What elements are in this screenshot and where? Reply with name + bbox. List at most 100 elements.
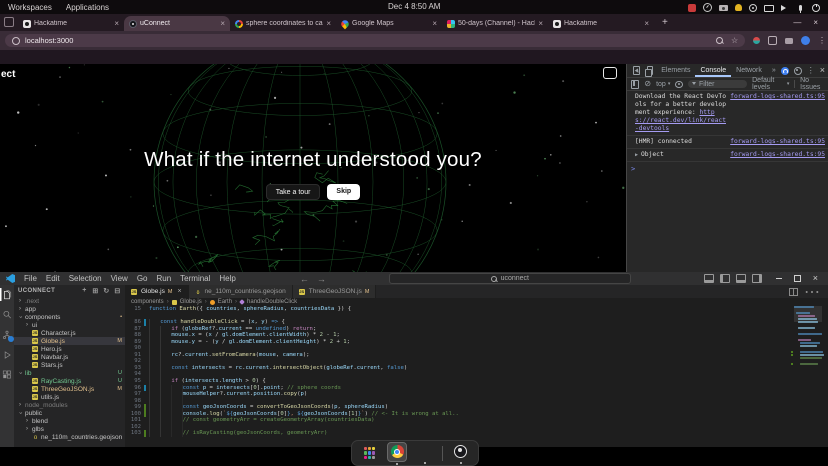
menu-run[interactable]: Run	[152, 274, 175, 283]
vscode-maximize-button[interactable]	[794, 275, 801, 282]
code-editor[interactable]: 15function Earth({ countries, sphereRadi…	[125, 306, 794, 447]
more-tabs-icon[interactable]: »	[767, 65, 781, 77]
explorer-item-utils-js[interactable]: JSutils.js	[14, 393, 125, 401]
vscode-minimize-button[interactable]	[776, 278, 782, 279]
inspect-element-icon[interactable]	[633, 66, 640, 75]
explorer-item-public[interactable]: ›public	[14, 409, 125, 417]
browser-tab-hackatime[interactable]: Hackatime×	[18, 16, 124, 31]
tab-close-icon[interactable]: ×	[114, 20, 119, 28]
url-text[interactable]: localhost:3000	[25, 36, 73, 45]
browser-minimize-button[interactable]: —	[793, 18, 801, 27]
mic-icon[interactable]	[799, 5, 802, 11]
page-corner-icon[interactable]	[603, 67, 617, 79]
browser-tab-google-maps[interactable]: Google Maps×	[336, 16, 442, 31]
search-icon-activity[interactable]	[0, 308, 14, 321]
live-expression-icon[interactable]	[675, 81, 683, 88]
extensions-icon[interactable]	[0, 368, 14, 381]
explorer-item-next[interactable]: ›.next	[14, 297, 125, 305]
profile-avatar[interactable]	[801, 36, 810, 45]
context-selector[interactable]: top▾	[656, 81, 670, 88]
extension-icon-1[interactable]	[753, 37, 760, 44]
app-red-icon[interactable]	[688, 4, 696, 12]
minimap[interactable]	[794, 306, 822, 436]
console-prompt[interactable]: >	[627, 162, 828, 173]
toggle-bottom-panel-icon[interactable]	[736, 274, 746, 283]
console-source-link[interactable]: forward-logs-shared.ts:95	[730, 138, 825, 146]
explorer-item-node-modules[interactable]: ›node_modules	[14, 401, 125, 409]
explorer-item-navbar-js[interactable]: JSNavbar.js	[14, 353, 125, 361]
menu-terminal[interactable]: Terminal	[176, 274, 214, 283]
site-info-icon[interactable]	[12, 37, 20, 45]
topbar-menu-applications[interactable]: Applications	[66, 3, 109, 12]
zoom-icon[interactable]	[716, 37, 723, 44]
browser-tab-sphere-coordinates-to-carte[interactable]: sphere coordinates to carte×	[230, 16, 336, 31]
log-levels-dropdown[interactable]: Default levels▾	[752, 77, 789, 91]
toggle-sidebar-icon[interactable]	[720, 274, 730, 283]
split-editor-icon[interactable]	[789, 288, 798, 296]
explorer-item-character-js[interactable]: JSCharacter.js	[14, 329, 125, 337]
browser-tab-uconnect[interactable]: uConnect×	[124, 16, 230, 31]
new-tab-button[interactable]: +	[662, 17, 668, 28]
editor-tab-globe-js[interactable]: JSGlobe.jsM×	[125, 285, 189, 298]
source-control-icon[interactable]	[0, 328, 14, 341]
issues-counter[interactable]: No Issues	[800, 77, 825, 91]
devtools-settings-icon[interactable]	[794, 67, 802, 75]
gear-icon[interactable]	[749, 4, 757, 12]
run-debug-icon[interactable]	[0, 348, 14, 361]
browser-tab-hackatime[interactable]: Hackatime×	[548, 16, 654, 31]
take-a-tour-button[interactable]: Take a tour	[266, 184, 321, 200]
dock-app-chrome[interactable]	[387, 442, 407, 465]
explorer-item-globe-js[interactable]: JSGlobe.jsM	[14, 337, 125, 345]
breadcrumb-handledoubleclick[interactable]: handleDoubleClick	[247, 299, 297, 305]
tab-close-icon[interactable]: ×	[220, 20, 225, 28]
devtools-menu-icon[interactable]: ⋮	[807, 67, 815, 75]
browser-app-icon[interactable]	[4, 17, 14, 27]
explorer-icon[interactable]	[0, 288, 14, 301]
dock-app-obs[interactable]	[452, 443, 470, 464]
breadcrumb-earth[interactable]: Earth	[218, 299, 232, 305]
devtools-tab-console[interactable]: Console	[695, 65, 731, 77]
explorer-item-components[interactable]: ›components•	[14, 313, 125, 321]
topbar-menu-workspaces[interactable]: Workspaces	[8, 3, 52, 12]
console-source-link[interactable]: forward-logs-shared.ts:95	[730, 151, 825, 159]
display-icon[interactable]	[764, 5, 774, 12]
toggle-panel-icon[interactable]	[704, 274, 714, 283]
skip-button[interactable]: Skip	[327, 184, 360, 200]
console-sidebar-icon[interactable]	[631, 80, 639, 89]
collapse-folders-icon[interactable]: ⊟	[114, 287, 121, 295]
devtools-update-icon[interactable]	[781, 67, 789, 75]
bell-icon[interactable]	[735, 4, 742, 11]
forward-arrow-icon[interactable]: →	[317, 274, 326, 284]
tab-close-icon[interactable]: ×	[644, 20, 649, 28]
expand-arrow-icon[interactable]: ▶	[635, 152, 638, 158]
address-bar[interactable]: localhost:3000 ☆	[5, 34, 745, 47]
explorer-item-ne-110m-countries-geojson[interactable]: {}ne_110m_countries.geojson	[14, 433, 125, 441]
menu-help[interactable]: Help	[215, 274, 239, 283]
camera-icon[interactable]	[719, 5, 728, 11]
devtools-tab-network[interactable]: Network	[731, 65, 767, 77]
browser-menu-icon[interactable]: ⋮	[818, 37, 822, 44]
breadcrumb-globe-js[interactable]: Globe.js	[180, 299, 202, 305]
extensions-puzzle-icon[interactable]	[768, 36, 777, 45]
explorer-item-blend[interactable]: ›blend	[14, 417, 125, 425]
volume-icon[interactable]	[781, 5, 789, 11]
clear-console-icon[interactable]: ⊘	[644, 80, 651, 88]
devtools-close-icon[interactable]: ×	[820, 66, 825, 75]
editor-more-actions-icon[interactable]: ⋯	[804, 282, 820, 302]
explorer-item-stars-js[interactable]: JSStars.js	[14, 361, 125, 369]
explorer-item-threegeojson-js[interactable]: JSThreeGeoJSON.jsM	[14, 385, 125, 393]
tab-close-icon[interactable]: ×	[432, 20, 437, 28]
dock-app-vscode[interactable]	[416, 443, 434, 464]
menu-view[interactable]: View	[107, 274, 132, 283]
device-toolbar-icon[interactable]	[647, 66, 653, 75]
bookmark-star-icon[interactable]: ☆	[731, 37, 738, 44]
explorer-item-raycasting-js[interactable]: JSRayCasting.jsU	[14, 377, 125, 385]
breadcrumb-components[interactable]: components	[131, 299, 164, 305]
dock-app-app-grid[interactable]	[361, 444, 379, 462]
explorer-item-lib[interactable]: ›libU	[14, 369, 125, 377]
menu-edit[interactable]: Edit	[42, 274, 64, 283]
editor-tab-ne-110m-countries-geojson[interactable]: {}ne_110m_countries.geojson	[189, 285, 293, 298]
close-tab-icon[interactable]: ×	[177, 288, 181, 295]
tab-groups-icon[interactable]	[785, 38, 793, 44]
command-center-search[interactable]: uconnect	[389, 273, 631, 284]
